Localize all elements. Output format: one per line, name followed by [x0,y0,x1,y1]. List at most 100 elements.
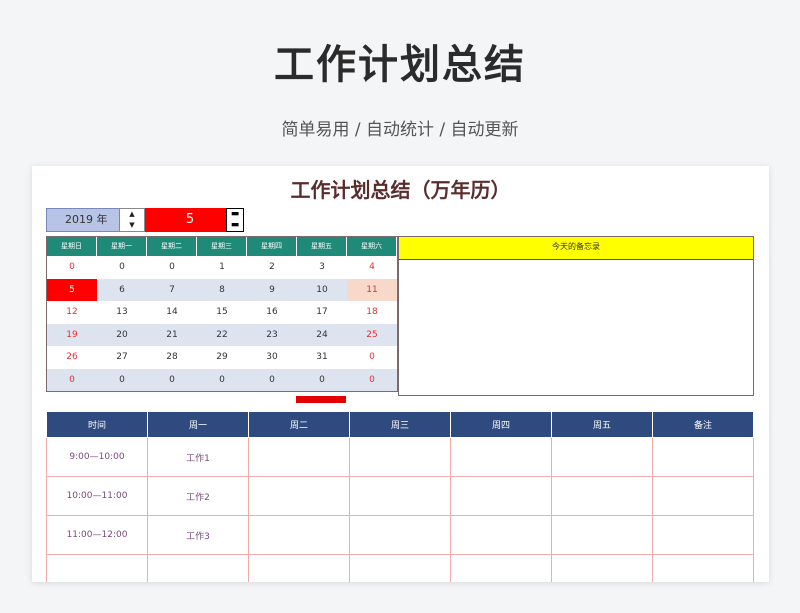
calendar-day[interactable]: 2 [247,256,297,279]
calendar-day[interactable]: 9 [247,278,297,301]
table-cell[interactable] [349,515,451,555]
table-row: 9:00—10:00 工作1 [46,437,754,477]
calendar-day[interactable]: 12 [47,301,97,324]
table-cell[interactable] [551,476,653,516]
calendar-day[interactable]: 20 [97,323,147,346]
calendar-day[interactable]: 21 [147,323,197,346]
table-row [46,554,754,582]
table-row: 10:00—11:00 工作2 [46,476,754,516]
calendar-day[interactable]: 26 [47,346,97,369]
table-cell[interactable] [349,437,451,477]
month-up-icon[interactable]: ▬ [227,209,243,220]
table-cell[interactable] [450,437,552,477]
calendar-day[interactable]: 31 [297,346,347,369]
calendar-day[interactable]: 0 [197,368,247,391]
calendar-week-row: 0 0 0 1 2 3 4 [47,256,397,279]
calendar-week-row: 19 20 21 22 23 24 25 [47,323,397,346]
col-header-fri: 周五 [551,411,653,438]
table-cell[interactable]: 9:00—10:00 [46,437,148,477]
calendar-day[interactable]: 10 [297,278,347,301]
table-cell[interactable]: 工作3 [147,515,249,555]
calendar-day[interactable]: 15 [197,301,247,324]
table-cell[interactable] [551,515,653,555]
calendar-day[interactable]: 28 [147,346,197,369]
month-spinner[interactable]: ▬ ▬ [226,208,244,232]
calendar-day[interactable]: 8 [197,278,247,301]
table-cell[interactable] [450,476,552,516]
table-cell[interactable] [652,515,754,555]
table-cell[interactable] [147,554,249,582]
calendar-day[interactable]: 27 [97,346,147,369]
calendar-day[interactable]: 0 [97,256,147,279]
weekday-header-row: 星期日 星期一 星期二 星期三 星期四 星期五 星期六 [47,237,397,256]
table-cell[interactable] [349,554,451,582]
col-header-notes: 备注 [652,411,754,438]
calendar-day[interactable]: 19 [47,323,97,346]
table-cell[interactable] [248,515,350,555]
table-cell[interactable] [248,476,350,516]
col-header-time: 时间 [46,411,148,438]
calendar-day[interactable]: 0 [347,346,397,369]
col-header-tue: 周二 [248,411,350,438]
table-cell[interactable] [349,476,451,516]
calendar-day[interactable]: 0 [47,256,97,279]
table-cell[interactable] [551,437,653,477]
calendar-day[interactable]: 1 [197,256,247,279]
table-cell[interactable] [652,554,754,582]
calendar-day[interactable]: 14 [147,301,197,324]
calendar-day[interactable]: 24 [297,323,347,346]
calendar-day[interactable]: 0 [297,368,347,391]
calendar-grid: 星期日 星期一 星期二 星期三 星期四 星期五 星期六 0 0 0 1 2 3 … [46,236,398,392]
sheet-title: 工作计划总结（万年历） [290,178,511,202]
calendar-day[interactable]: 0 [97,368,147,391]
calendar-day[interactable]: 0 [347,368,397,391]
calendar-day[interactable]: 23 [247,323,297,346]
calendar-day[interactable]: 18 [347,301,397,324]
table-cell[interactable]: 10:00—11:00 [46,476,148,516]
calendar-day[interactable]: 7 [147,278,197,301]
calendar-day[interactable]: 16 [247,301,297,324]
month-down-icon[interactable]: ▬ [227,220,243,231]
calendar-day[interactable]: 0 [147,256,197,279]
table-cell[interactable]: 11:00—12:00 [46,515,148,555]
table-cell[interactable] [652,476,754,516]
calendar-week-row: 0 0 0 0 0 0 0 [47,368,397,391]
spin-up-icon[interactable]: ▲ [120,209,144,220]
calendar-day[interactable]: 0 [147,368,197,391]
col-header-wed: 周三 [349,411,451,438]
calendar-day-today[interactable]: 5 [47,278,97,301]
page-subtitle: 简单易用 / 自动统计 / 自动更新 [281,120,519,140]
calendar-day[interactable]: 17 [297,301,347,324]
year-spinner[interactable]: ▲ ▼ [119,208,145,232]
calendar-day[interactable]: 25 [347,323,397,346]
weekday-mon: 星期一 [97,237,147,256]
weekday-tue: 星期二 [147,237,197,256]
calendar-day[interactable]: 6 [97,278,147,301]
memo-panel[interactable]: 今天的备忘录 [398,236,754,396]
spin-down-icon[interactable]: ▼ [120,220,144,231]
table-cell[interactable] [652,437,754,477]
page-title: 工作计划总结 [274,42,526,88]
calendar-day[interactable]: 13 [97,301,147,324]
calendar-day[interactable]: 11 [347,278,397,301]
table-cell[interactable] [450,515,552,555]
table-cell[interactable] [551,554,653,582]
table-cell[interactable] [450,554,552,582]
table-cell[interactable] [248,437,350,477]
calendar-day[interactable]: 30 [247,346,297,369]
weekday-wed: 星期三 [197,237,247,256]
table-cell[interactable] [46,554,148,582]
calendar-day[interactable]: 3 [297,256,347,279]
month-field[interactable]: 5 [145,208,235,232]
calendar-week-row: 5 6 7 8 9 10 11 [47,278,397,301]
calendar-day[interactable]: 29 [197,346,247,369]
calendar-day[interactable]: 4 [347,256,397,279]
table-cell[interactable] [248,554,350,582]
calendar-day[interactable]: 22 [197,323,247,346]
table-cell[interactable]: 工作2 [147,476,249,516]
calendar-day[interactable]: 0 [47,368,97,391]
table-row: 11:00—12:00 工作3 [46,515,754,555]
table-cell[interactable]: 工作1 [147,437,249,477]
calendar-day[interactable]: 0 [247,368,297,391]
weekday-fri: 星期五 [297,237,347,256]
